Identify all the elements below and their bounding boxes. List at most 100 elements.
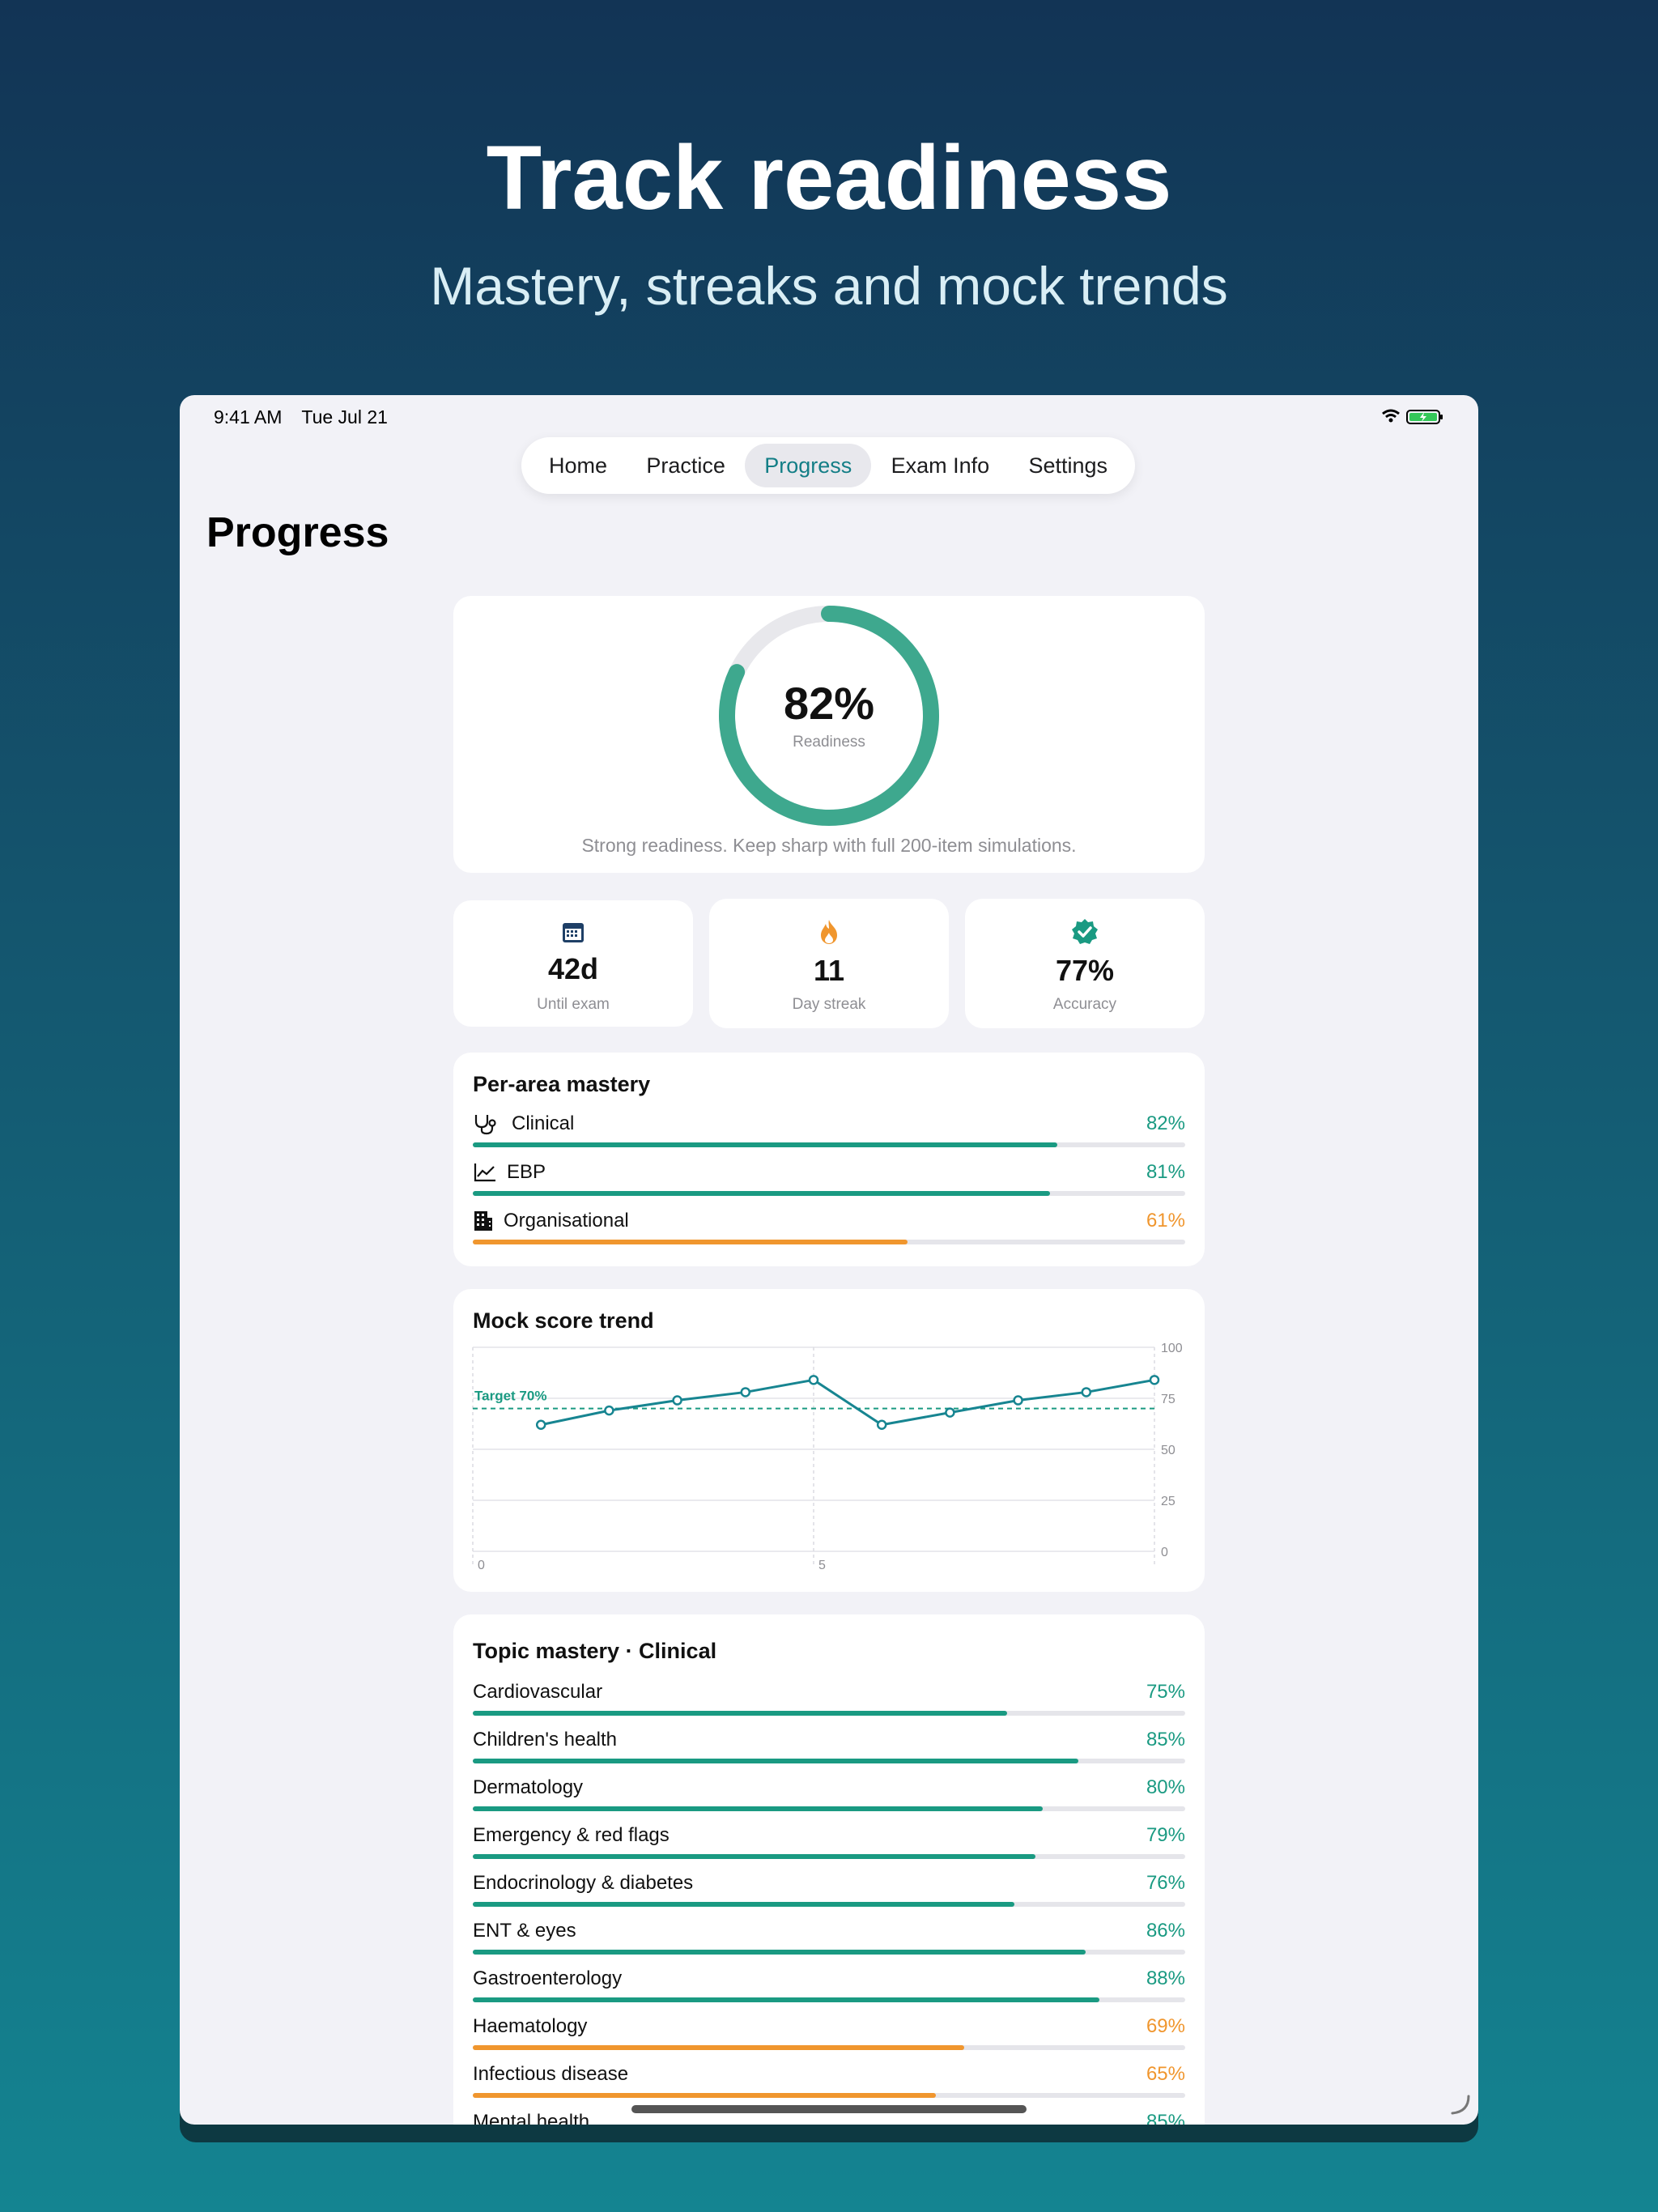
stat-label: Accuracy: [1052, 996, 1117, 1013]
progress-fill: [473, 1759, 1078, 1763]
progress-track: [473, 1902, 1185, 1907]
series-line: [540, 1378, 1155, 1427]
progress-track: [473, 2045, 1185, 2050]
tab-exam-info[interactable]: Exam Info: [872, 444, 1010, 487]
progress-fill: [473, 1902, 1014, 1907]
data-point: [1013, 1395, 1023, 1406]
progress-track: [473, 1191, 1185, 1196]
topic-name: Children's health: [473, 1729, 618, 1750]
tab-practice[interactable]: Practice: [627, 444, 745, 487]
progress-fill: [473, 1950, 1086, 1955]
top-tab-bar: Home Practice Progress Exam Info Setting…: [521, 437, 1135, 494]
section-title: Topic mastery · Clinical: [473, 1639, 717, 1663]
line-chart-icon: [474, 1163, 495, 1182]
tab-home[interactable]: Home: [529, 444, 627, 487]
status-time: 9:41 AM: [214, 406, 283, 428]
topic-name: Haematology: [473, 2015, 588, 2037]
resize-corner-icon: [1451, 2095, 1470, 2115]
area-name: Clinical: [512, 1112, 575, 1134]
tab-progress[interactable]: Progress: [745, 444, 872, 487]
topic-name: Gastroenterology: [473, 1967, 623, 1989]
area-percent: 61%: [1146, 1210, 1185, 1231]
verified-badge-icon: [965, 918, 1205, 950]
readiness-value: 82%: [783, 678, 875, 729]
stat-value: 11: [813, 954, 845, 987]
topic-percent: 80%: [1146, 1776, 1185, 1798]
readiness-label: Readiness: [793, 734, 865, 751]
area-percent: 82%: [1146, 1112, 1185, 1134]
calendar-icon: [453, 920, 693, 948]
progress-track: [473, 1854, 1185, 1859]
area-name: EBP: [507, 1161, 546, 1183]
data-point: [672, 1395, 682, 1406]
status-bar: 9:41 AM Tue Jul 21: [214, 406, 402, 428]
stat-value: 42d: [547, 952, 599, 985]
tab-settings[interactable]: Settings: [1009, 444, 1127, 487]
data-point: [1081, 1387, 1092, 1397]
data-point: [876, 1419, 887, 1431]
progress-fill: [473, 1711, 1007, 1716]
y-tick-label: 50: [1161, 1444, 1175, 1457]
data-point: [535, 1419, 546, 1431]
stat-card-until-exam: 42d Until exam: [453, 900, 693, 1027]
data-point: [740, 1387, 751, 1397]
progress-fill: [473, 1191, 1050, 1196]
topic-percent: 79%: [1146, 1824, 1185, 1846]
topic-name: Mental health: [473, 2111, 590, 2125]
data-point: [1149, 1375, 1160, 1385]
hero-subtitle: Mastery, streaks and mock trends: [430, 256, 1228, 316]
status-icons: [1381, 408, 1446, 428]
stat-card-accuracy: 77% Accuracy: [965, 899, 1205, 1028]
topic-percent: 75%: [1146, 1681, 1185, 1703]
y-tick-label: 75: [1161, 1393, 1175, 1406]
wifi-icon: [1382, 409, 1400, 423]
progress-track: [473, 2093, 1185, 2098]
progress-track: [473, 1711, 1185, 1716]
target-label: Target 70%: [474, 1389, 546, 1404]
topic-percent: 88%: [1146, 1967, 1185, 1989]
topic-percent: 76%: [1146, 1872, 1185, 1894]
y-tick-label: 25: [1161, 1495, 1175, 1508]
topic-percent: 85%: [1146, 2111, 1185, 2125]
status-date: Tue Jul 21: [301, 406, 388, 428]
topic-name: Infectious disease: [473, 2063, 629, 2085]
progress-track: [473, 1240, 1185, 1244]
device-screen: 9:41 AM Tue Jul 21 Home Practice Progres…: [180, 395, 1478, 2125]
area-percent: 81%: [1146, 1161, 1185, 1183]
topic-percent: 86%: [1146, 1920, 1185, 1942]
progress-fill: [473, 1854, 1036, 1859]
progress-fill: [473, 1240, 908, 1244]
stat-card-day-streak: 11 Day streak: [709, 899, 949, 1028]
stethoscope-icon: [474, 1115, 496, 1135]
area-name: Organisational: [504, 1210, 629, 1231]
x-tick-label: 5: [818, 1559, 826, 1572]
topic-percent: 65%: [1146, 2063, 1185, 2085]
mock-score-trend-card: Mock score trend 100 75 50 25 0 0 5 Target 70%: [453, 1289, 1205, 1592]
progress-track: [473, 1759, 1185, 1763]
data-point: [808, 1375, 819, 1385]
readiness-message: Strong readiness. Keep sharp with full 2…: [581, 835, 1077, 856]
home-indicator[interactable]: [631, 2105, 1027, 2113]
stat-label: Day streak: [792, 996, 866, 1013]
topic-name: Dermatology: [473, 1776, 584, 1798]
topic-name: ENT & eyes: [473, 1920, 576, 1942]
mock-score-line-chart: 100 75 50 25 0 0 5 Target 70%: [472, 1342, 1183, 1572]
per-area-mastery-card: Per-area mastery Clinical 82% EBP 81% Or…: [453, 1053, 1205, 1266]
topic-mastery-card: Topic mastery · Clinical Cardiovascular 7…: [453, 1614, 1205, 2125]
progress-fill: [473, 2093, 936, 2098]
progress-fill: [473, 2045, 965, 2050]
topic-percent: 69%: [1146, 2015, 1185, 2037]
progress-track: [473, 1142, 1185, 1147]
topic-percent: 85%: [1146, 1729, 1185, 1750]
section-title: Per-area mastery: [473, 1072, 651, 1096]
x-tick-label: 0: [478, 1559, 485, 1572]
stat-label: Until exam: [537, 996, 610, 1013]
flame-icon: [709, 918, 949, 950]
y-tick-label: 0: [1161, 1546, 1168, 1559]
progress-track: [473, 1806, 1185, 1811]
data-point: [945, 1407, 955, 1418]
topic-name: Cardiovascular: [473, 1681, 603, 1703]
stat-value: 77%: [1055, 954, 1115, 987]
topic-name: Emergency & red flags: [473, 1824, 670, 1846]
topic-name: Endocrinology & diabetes: [473, 1872, 694, 1894]
